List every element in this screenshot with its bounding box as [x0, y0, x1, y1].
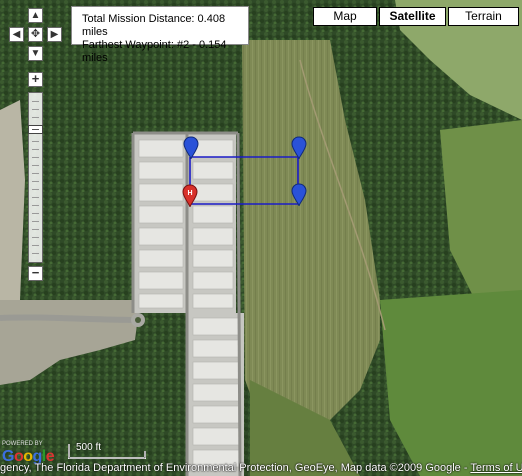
scale-label: 500 ft: [76, 442, 102, 453]
waypoint-marker-2[interactable]: [290, 136, 308, 160]
terms-of-use-link[interactable]: Terms of Use: [470, 462, 522, 474]
total-mission-distance: Total Mission Distance: 0.408 miles: [82, 13, 226, 38]
map-type-map-button[interactable]: Map: [313, 7, 377, 26]
zoom-slider-track[interactable]: [28, 92, 43, 263]
map-type-satellite-button[interactable]: Satellite: [379, 7, 446, 26]
map-type-control: Map Satellite Terrain: [311, 7, 519, 26]
waypoint-marker-3[interactable]: [290, 183, 308, 207]
powered-by-label: POWERED BY: [2, 441, 43, 447]
farthest-waypoint: Farthest Waypoint: #2 - 0.154 miles: [82, 39, 227, 64]
zoom-slider-thumb[interactable]: [28, 125, 43, 134]
zoom-out-button[interactable]: −: [28, 266, 43, 281]
home-marker-label: H: [187, 190, 192, 197]
arrow-right-icon[interactable]: ▶: [47, 27, 62, 42]
pan-center-icon[interactable]: ✥: [28, 27, 43, 42]
map-attribution: gency, The Florida Department of Environ…: [0, 461, 522, 476]
waypoint-marker-1[interactable]: [182, 136, 200, 160]
attribution-text: gency, The Florida Department of Environ…: [0, 462, 471, 474]
home-marker[interactable]: H: [181, 184, 199, 208]
arrow-left-icon[interactable]: ◀: [9, 27, 24, 42]
satellite-map[interactable]: H: [0, 0, 522, 476]
map-type-terrain-button[interactable]: Terrain: [448, 7, 519, 26]
mission-info-box: Total Mission Distance: 0.408 miles Fart…: [71, 6, 249, 64]
zoom-in-button[interactable]: +: [28, 72, 43, 87]
arrow-up-icon[interactable]: ▲: [28, 8, 43, 23]
arrow-down-icon[interactable]: ▼: [28, 46, 43, 61]
satellite-imagery[interactable]: [0, 0, 522, 476]
